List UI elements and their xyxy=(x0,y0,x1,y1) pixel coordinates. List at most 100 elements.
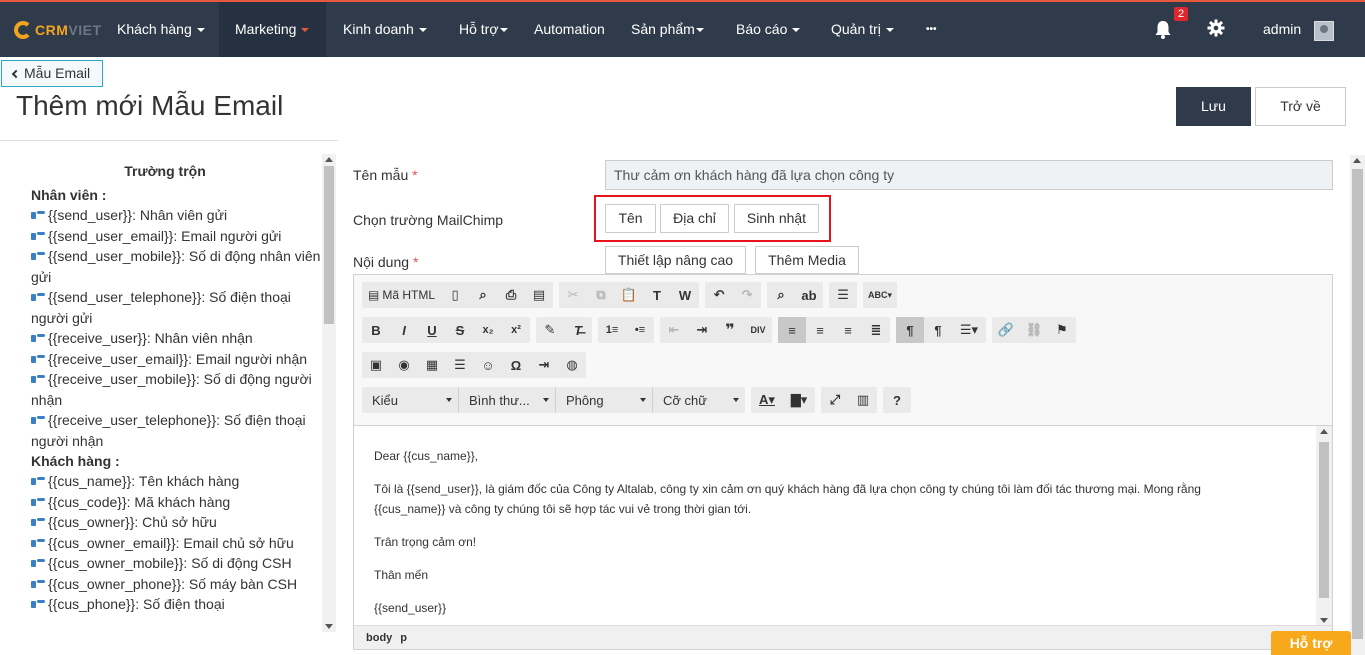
indent-icon[interactable]: ⇥ xyxy=(688,317,716,343)
blockquote-icon[interactable]: ❞ xyxy=(716,317,744,343)
logo[interactable]: CRMVIET xyxy=(14,20,102,40)
align-right-icon[interactable]: ≡ xyxy=(834,317,862,343)
editor-content[interactable]: Dear {{cus_name}}, Tôi là {{send_user}},… xyxy=(354,425,1332,626)
merge-field-item[interactable]: {{receive_user_mobile}}: Số di động ngườ… xyxy=(31,369,321,410)
iframe-icon[interactable]: ◍ xyxy=(558,352,586,378)
nav-item-bao-cao[interactable]: Báo cáo xyxy=(736,2,801,57)
path-p[interactable]: p xyxy=(400,632,407,644)
merge-panel-scrollbar[interactable] xyxy=(322,154,336,632)
smiley-icon[interactable]: ☺ xyxy=(474,352,502,378)
scroll-up-icon[interactable] xyxy=(1353,158,1361,163)
merge-field-item[interactable]: {{cus_owner_phone}}: Số máy bàn CSH xyxy=(31,574,321,595)
support-tab[interactable]: Hỗ trợ xyxy=(1271,631,1351,655)
styles-dropdown[interactable]: Kiểu xyxy=(362,387,459,413)
page-break-icon[interactable]: ⇥ xyxy=(530,352,558,378)
editor-scrollbar[interactable] xyxy=(1316,426,1332,626)
bulleted-list-icon[interactable]: •≡ xyxy=(626,317,654,343)
anchor-icon[interactable]: ⚑ xyxy=(1048,317,1076,343)
select-all-icon[interactable]: ☰ xyxy=(829,282,857,308)
remove-format-icon[interactable]: T̶ xyxy=(564,317,592,343)
find-icon[interactable]: ⌕ xyxy=(767,282,795,308)
spellcheck-icon[interactable]: ABC▾ xyxy=(863,282,897,308)
superscript-icon[interactable]: x² xyxy=(502,317,530,343)
numbered-list-icon[interactable]: 1≡ xyxy=(598,317,626,343)
paste-text-icon[interactable]: T xyxy=(643,282,671,308)
background-color-icon[interactable]: ▇▾ xyxy=(783,387,815,413)
nav-item-automation[interactable]: Automation xyxy=(534,2,605,57)
merge-field-item[interactable]: {{cus_phone}}: Số điện thoại xyxy=(31,594,321,615)
merge-field-item[interactable]: {{cus_owner}}: Chủ sở hữu xyxy=(31,512,321,533)
new-page-icon[interactable]: ▯ xyxy=(441,282,469,308)
italic-icon[interactable]: I xyxy=(390,317,418,343)
div-container-icon[interactable]: DIV xyxy=(744,317,772,343)
mailchimp-name-button[interactable]: Tên xyxy=(605,204,656,233)
merge-field-item[interactable]: {{cus_name}}: Tên khách hàng xyxy=(31,471,321,492)
scroll-down-icon[interactable] xyxy=(325,624,333,629)
subscript-icon[interactable]: x₂ xyxy=(474,317,502,343)
maximize-icon[interactable]: ⤢ xyxy=(821,387,849,413)
align-center-icon[interactable]: ≡ xyxy=(806,317,834,343)
horizontal-line-icon[interactable]: ☰ xyxy=(446,352,474,378)
flash-icon[interactable]: ◉ xyxy=(390,352,418,378)
copy-format-icon[interactable]: ✎ xyxy=(536,317,564,343)
undo-icon[interactable]: ↶ xyxy=(705,282,733,308)
merge-field-item[interactable]: {{receive_user}}: Nhân viên nhận xyxy=(31,328,321,349)
template-name-input[interactable]: Thư cảm ơn khách hàng đã lựa chọn công t… xyxy=(605,160,1333,190)
underline-icon[interactable]: U xyxy=(418,317,446,343)
scroll-up-icon[interactable] xyxy=(1320,429,1328,434)
text-direction-ltr-icon[interactable]: ¶ xyxy=(896,317,924,343)
show-blocks-icon[interactable]: ▥ xyxy=(849,387,877,413)
redo-icon[interactable]: ↷ xyxy=(733,282,761,308)
merge-field-item[interactable]: {{send_user}}: Nhân viên gửi xyxy=(31,205,321,226)
add-media-button[interactable]: Thêm Media xyxy=(755,246,859,274)
template-icon[interactable]: ▤ xyxy=(525,282,553,308)
paste-word-icon[interactable]: W xyxy=(671,282,699,308)
avatar[interactable] xyxy=(1314,21,1334,41)
nav-item-kinh-doanh[interactable]: Kinh doanh xyxy=(343,2,427,57)
align-justify-icon[interactable]: ≣ xyxy=(862,317,890,343)
preview-icon[interactable]: ⌕ xyxy=(469,282,497,308)
merge-field-item[interactable]: {{cus_owner_email}}: Email chủ sở hữu xyxy=(31,533,321,554)
replace-icon[interactable]: ab xyxy=(795,282,823,308)
font-size-dropdown[interactable]: Cỡ chữ xyxy=(653,387,745,413)
scroll-up-icon[interactable] xyxy=(325,157,333,162)
unlink-icon[interactable]: ⛓ xyxy=(1020,317,1048,343)
bell-icon[interactable] xyxy=(1154,20,1172,40)
nav-item-quan-tri[interactable]: Quản trị xyxy=(831,2,894,57)
language-icon[interactable]: ☰▾ xyxy=(952,317,986,343)
scroll-down-icon[interactable] xyxy=(1320,618,1328,623)
scrollbar-thumb[interactable] xyxy=(324,166,334,324)
mailchimp-birthday-button[interactable]: Sinh nhật xyxy=(734,204,819,233)
mailchimp-address-button[interactable]: Địa chỉ xyxy=(660,204,729,233)
advanced-settings-button[interactable]: Thiết lập nâng cao xyxy=(605,246,746,274)
font-dropdown[interactable]: Phông xyxy=(556,387,653,413)
gear-icon[interactable] xyxy=(1207,19,1225,37)
cut-icon[interactable]: ✂ xyxy=(559,282,587,308)
text-color-icon[interactable]: A▾ xyxy=(751,387,783,413)
path-body[interactable]: body xyxy=(366,632,392,644)
image-icon[interactable]: ▣ xyxy=(362,352,390,378)
page-scrollbar[interactable] xyxy=(1350,155,1365,655)
merge-field-item[interactable]: {{send_user_mobile}}: Số di động nhân vi… xyxy=(31,246,321,287)
format-dropdown[interactable]: Bình thư... xyxy=(459,387,556,413)
bold-icon[interactable]: B xyxy=(362,317,390,343)
copy-icon[interactable]: ⧉ xyxy=(587,282,615,308)
nav-item-san-pham[interactable]: Sản phẩm xyxy=(631,2,704,57)
paste-icon[interactable]: 📋 xyxy=(615,282,643,308)
merge-field-item[interactable]: {{send_user_telephone}}: Số điện thoại n… xyxy=(31,287,321,328)
align-left-icon[interactable]: ≡ xyxy=(778,317,806,343)
nav-item-ho-tro[interactable]: Hỗ trợ xyxy=(459,2,508,57)
table-icon[interactable]: ▦ xyxy=(418,352,446,378)
merge-field-item[interactable]: {{receive_user_telephone}}: Số điện thoạ… xyxy=(31,410,321,451)
merge-field-item[interactable]: {{cus_owner_mobile}}: Số di động CSH xyxy=(31,553,321,574)
merge-field-item[interactable]: {{send_user_email}}: Email người gửi xyxy=(31,226,321,247)
source-html-button[interactable]: ▤ Mã HTML xyxy=(362,282,441,308)
return-button[interactable]: Trở về xyxy=(1255,87,1346,126)
scrollbar-thumb[interactable] xyxy=(1352,169,1363,639)
help-icon[interactable]: ? xyxy=(883,387,911,413)
user-menu[interactable]: admin xyxy=(1263,2,1301,57)
save-button[interactable]: Lưu xyxy=(1176,87,1251,126)
outdent-icon[interactable]: ⇤ xyxy=(660,317,688,343)
strikethrough-icon[interactable]: S xyxy=(446,317,474,343)
merge-field-item[interactable]: {{receive_user_email}}: Email người nhận xyxy=(31,349,321,370)
